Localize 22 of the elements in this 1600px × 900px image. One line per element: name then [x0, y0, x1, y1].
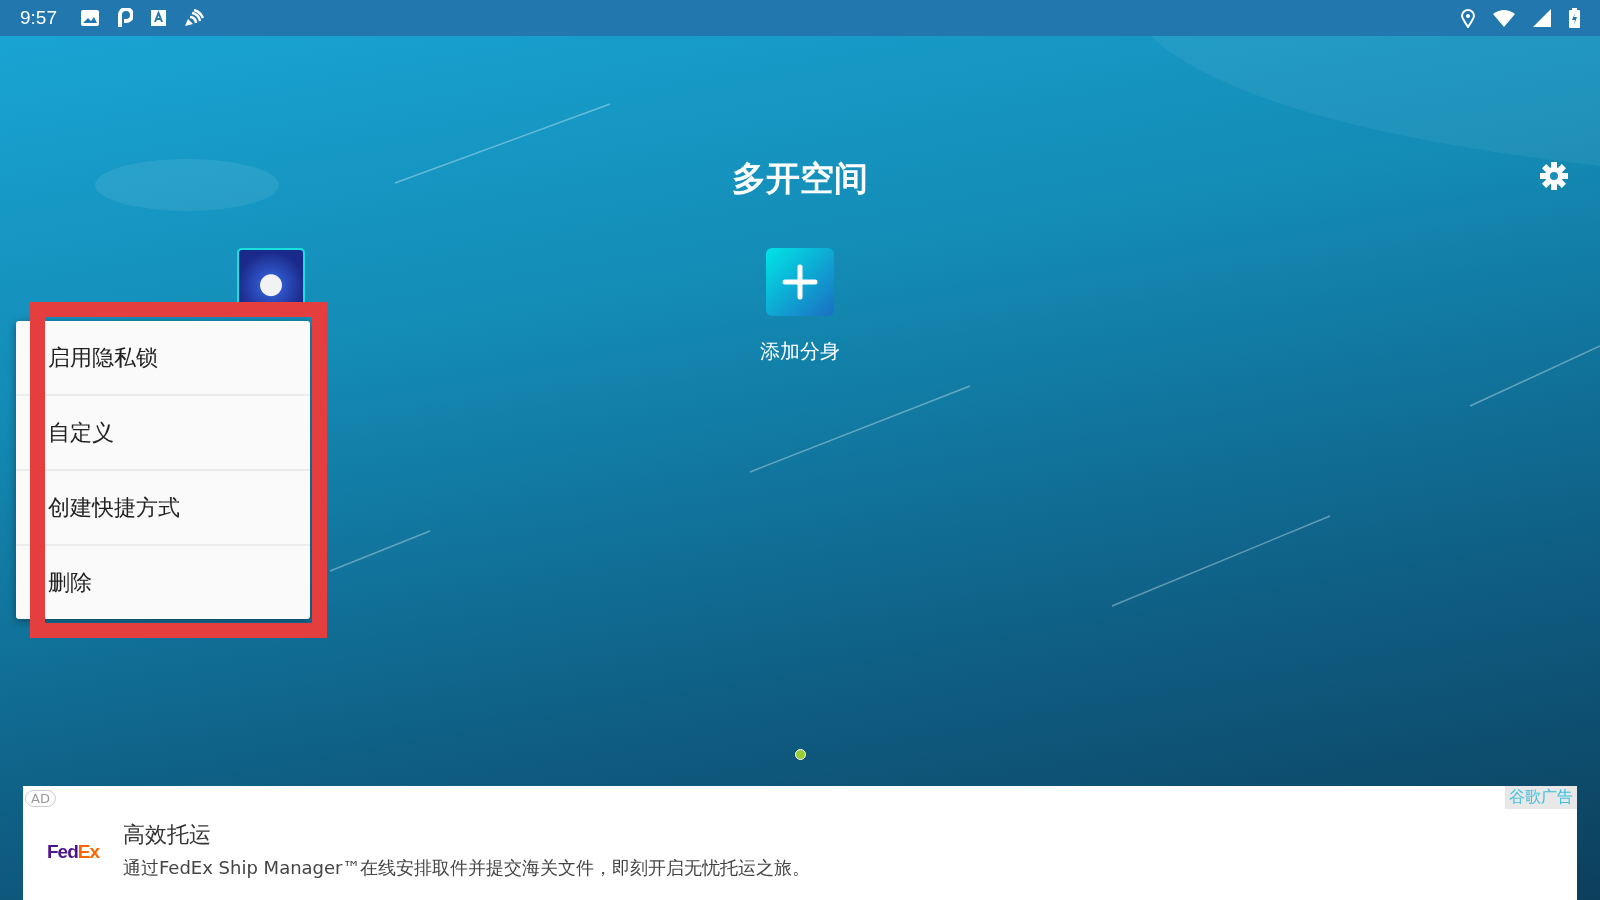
- location-icon: [1461, 8, 1475, 28]
- signal-icon: [1533, 9, 1551, 27]
- ad-source-label: 谷歌广告: [1505, 786, 1577, 809]
- image-icon: [81, 10, 99, 26]
- add-clone-label: 添加分身: [760, 338, 840, 365]
- menu-item[interactable]: 启用隐私锁: [16, 321, 310, 396]
- ad-title[interactable]: 高效托运: [123, 820, 811, 850]
- plus-icon: [782, 264, 818, 300]
- add-clone-button[interactable]: [766, 248, 834, 316]
- wifi-icon: [1493, 9, 1515, 27]
- battery-icon: [1569, 8, 1580, 28]
- fedex-logo: FedEx: [46, 841, 101, 863]
- font-icon: [151, 10, 166, 26]
- settings-icon[interactable]: [1540, 162, 1568, 190]
- app-title: 多开空间: [732, 157, 868, 200]
- menu-item[interactable]: 删除: [16, 546, 310, 619]
- menu-item[interactable]: 自定义: [16, 396, 310, 471]
- p-letter-icon: [117, 8, 133, 28]
- ad-description: 通过FedEx Ship Manager™在线安排取件并提交海关文件，即刻开启无忧托运之旅。: [123, 856, 811, 880]
- menu-item[interactable]: 创建快捷方式: [16, 471, 310, 546]
- cast-icon: [184, 9, 204, 27]
- status-time: 9:57: [20, 7, 57, 29]
